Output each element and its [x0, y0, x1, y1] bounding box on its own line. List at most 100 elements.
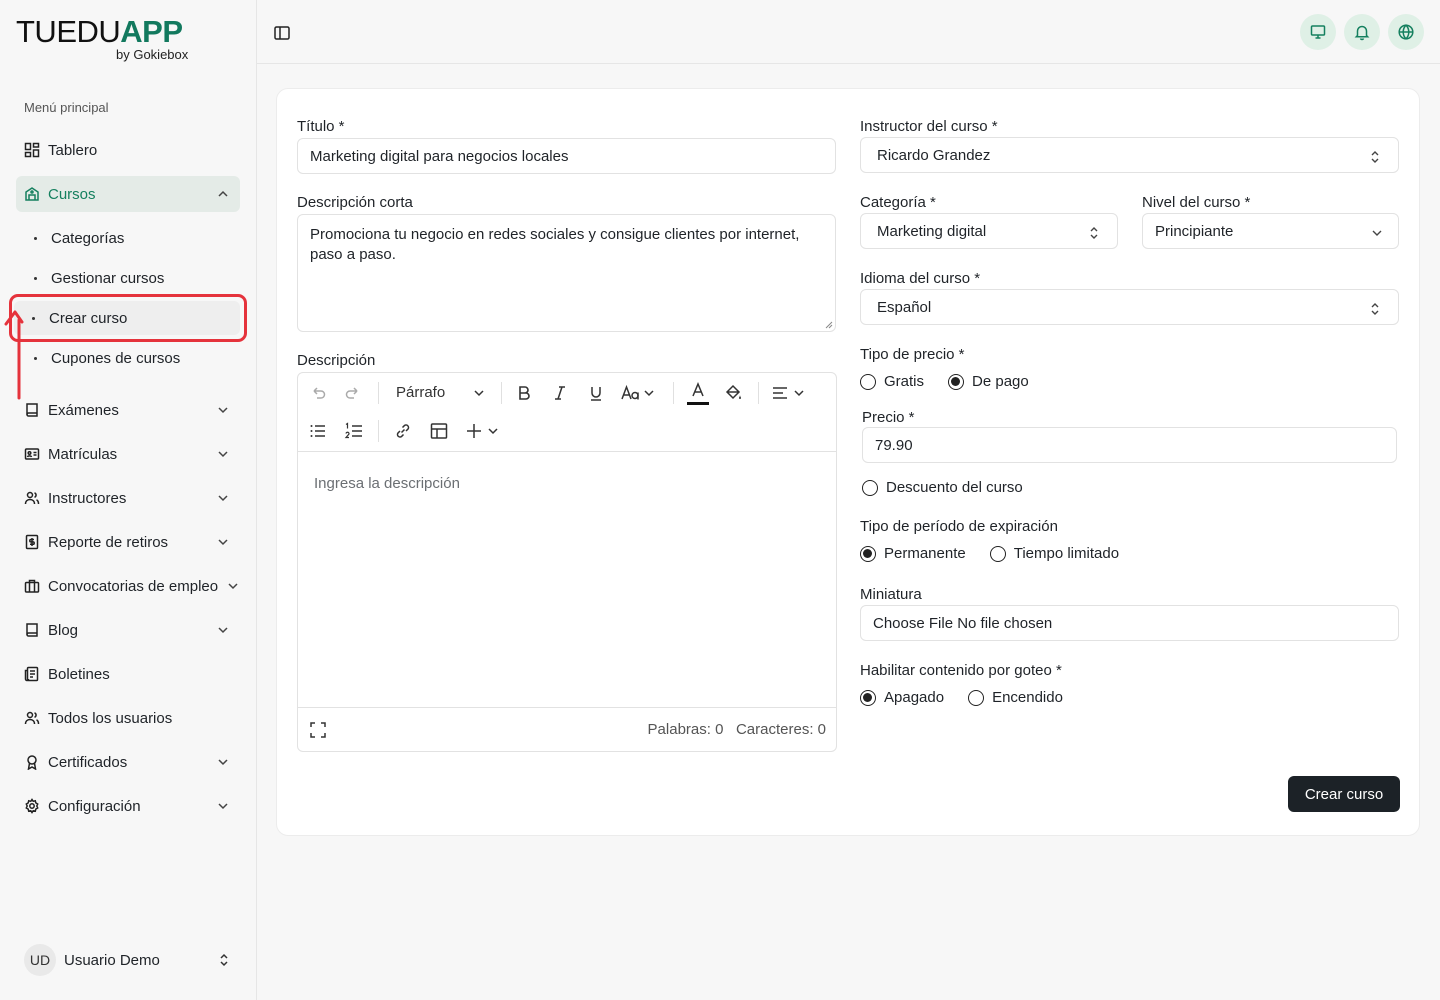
choose-file-button[interactable]: Choose File [873, 615, 953, 632]
chevron-down-icon[interactable] [469, 383, 489, 403]
radio-gratis[interactable] [860, 373, 876, 390]
radio-permanente[interactable] [860, 545, 876, 562]
thumbnail-file-input[interactable]: Choose File No file chosen [860, 605, 1399, 641]
users-icon [24, 491, 40, 505]
paragraph-style-select[interactable]: Párrafo [396, 384, 445, 401]
table-icon[interactable] [429, 421, 449, 441]
bullet-list-icon[interactable] [308, 421, 328, 441]
sidebar-item-reporte-retiros[interactable]: Reporte de retiros [16, 524, 240, 560]
sidebar-item-boletines[interactable]: Boletines [16, 656, 240, 692]
title-input[interactable]: Marketing digital para negocios locales [297, 138, 836, 174]
bullet-dot [34, 236, 37, 240]
toolbar-divider [378, 420, 379, 442]
sidebar-item-matriculas[interactable]: Matrículas [16, 436, 240, 472]
sidebar-item-label: Reporte de retiros [48, 533, 169, 551]
underline-icon[interactable] [586, 383, 606, 403]
sidebar-subitem-cupones[interactable]: Cupones de cursos [28, 341, 240, 375]
chevrons-up-down-icon [1371, 151, 1379, 163]
language-button[interactable] [1388, 14, 1424, 50]
sidebar: TUEDU APP by Gokiebox Menú principal Tab… [0, 0, 257, 1000]
courses-icon [25, 187, 39, 201]
radio-label: De pago [972, 373, 1029, 390]
rich-text-editor: Párrafo Ingresa la descripción Palabras:… [297, 372, 837, 752]
brand-logo[interactable]: TUEDU APP by Gokiebox [16, 16, 206, 66]
text-case-icon[interactable] [620, 383, 656, 403]
sidebar-item-instructores[interactable]: Instructores [16, 480, 240, 516]
align-icon[interactable] [770, 383, 808, 403]
logo-text: TUEDU [16, 14, 121, 49]
language-select[interactable]: Español [860, 289, 1399, 325]
sidebar-item-blog[interactable]: Blog [16, 612, 240, 648]
sidebar-subitem-categorias[interactable]: Categorías [28, 221, 240, 255]
description-label: Descripción [297, 352, 376, 369]
sidebar-toggle-icon[interactable] [273, 24, 291, 42]
undo-icon[interactable] [308, 383, 328, 403]
expiry-label: Tipo de período de expiración [860, 518, 1058, 535]
dashboard-icon [24, 142, 40, 158]
numbered-list-icon[interactable] [344, 421, 364, 441]
users-icon [24, 711, 40, 725]
bullet-dot [34, 356, 37, 360]
award-icon [27, 755, 37, 770]
sidebar-item-todos-usuarios[interactable]: Todos los usuarios [16, 700, 240, 736]
fullscreen-icon[interactable] [308, 720, 328, 740]
description-placeholder[interactable]: Ingresa la descripción [314, 475, 460, 492]
category-value: Marketing digital [877, 222, 987, 240]
create-course-button[interactable]: Crear curso [1288, 776, 1400, 812]
sidebar-item-label: Todos los usuarios [48, 709, 173, 727]
avatar: UD [24, 944, 56, 976]
chevron-down-icon [218, 495, 228, 502]
logo-subtitle: by Gokiebox [116, 47, 189, 62]
discount-checkbox[interactable] [862, 479, 878, 496]
sidebar-item-label: Tablero [48, 141, 98, 159]
sidebar-item-certificados[interactable]: Certificados [16, 744, 240, 780]
sidebar-item-convocatorias[interactable]: Convocatorias de empleo [16, 568, 250, 604]
gear-icon [25, 798, 39, 814]
radio-encendido[interactable] [968, 689, 985, 706]
sidebar-item-label: Cursos [48, 185, 96, 203]
user-menu[interactable]: UD Usuario Demo [24, 944, 240, 976]
discount-row: Descuento del curso [862, 479, 1023, 496]
sidebar-item-label: Certificados [48, 753, 128, 771]
sidebar-item-examenes[interactable]: Exámenes [16, 392, 240, 428]
highlight-color-icon[interactable] [723, 383, 743, 403]
bell-icon [1354, 25, 1370, 41]
sidebar-item-label: Matrículas [48, 445, 118, 463]
thumbnail-label: Miniatura [860, 586, 922, 603]
enrollment-icon [24, 448, 40, 460]
price-input[interactable]: 79.90 [862, 427, 1397, 463]
chevron-down-icon [218, 407, 228, 414]
short-description-textarea[interactable]: Promociona tu negocio en redes sociales … [297, 214, 836, 332]
notifications-button[interactable] [1344, 14, 1380, 50]
sidebar-subitem-gestionar[interactable]: Gestionar cursos [28, 261, 240, 295]
chevron-down-icon [218, 803, 228, 810]
category-select[interactable]: Marketing digital [860, 213, 1118, 249]
menu-title: Menú principal [24, 100, 109, 115]
sidebar-item-tablero[interactable]: Tablero [16, 132, 240, 168]
expiry-group: Permanente Tiempo limitado [860, 545, 1119, 562]
level-value: Principiante [1155, 222, 1234, 240]
radio-label: Encendido [992, 689, 1063, 706]
book-icon [26, 623, 38, 637]
sidebar-item-configuracion[interactable]: Configuración [16, 788, 240, 824]
sidebar-item-cursos[interactable]: Cursos [16, 176, 240, 212]
file-status: No file chosen [957, 614, 1053, 632]
radio-de-pago[interactable] [948, 373, 965, 390]
toolbar-divider [501, 382, 502, 404]
bold-icon[interactable] [514, 383, 534, 403]
sidebar-item-label: Boletines [48, 665, 110, 683]
italic-icon[interactable] [550, 383, 570, 403]
resize-handle-icon[interactable] [825, 321, 833, 329]
monitor-button[interactable] [1300, 14, 1336, 50]
logo-app-text: APP [120, 14, 183, 49]
radio-tiempo-limitado[interactable] [989, 545, 1006, 562]
radio-apagado[interactable] [860, 689, 876, 706]
editor-counts: Palabras: 0 Caracteres: 0 [648, 721, 826, 738]
instructor-select[interactable]: Ricardo Grandez [860, 137, 1399, 173]
level-select[interactable]: Principiante [1142, 213, 1399, 249]
link-icon[interactable] [393, 421, 413, 441]
text-color-icon[interactable] [686, 381, 710, 407]
receipt-icon [25, 534, 39, 550]
insert-plus-icon[interactable] [464, 421, 502, 441]
redo-icon[interactable] [343, 383, 363, 403]
